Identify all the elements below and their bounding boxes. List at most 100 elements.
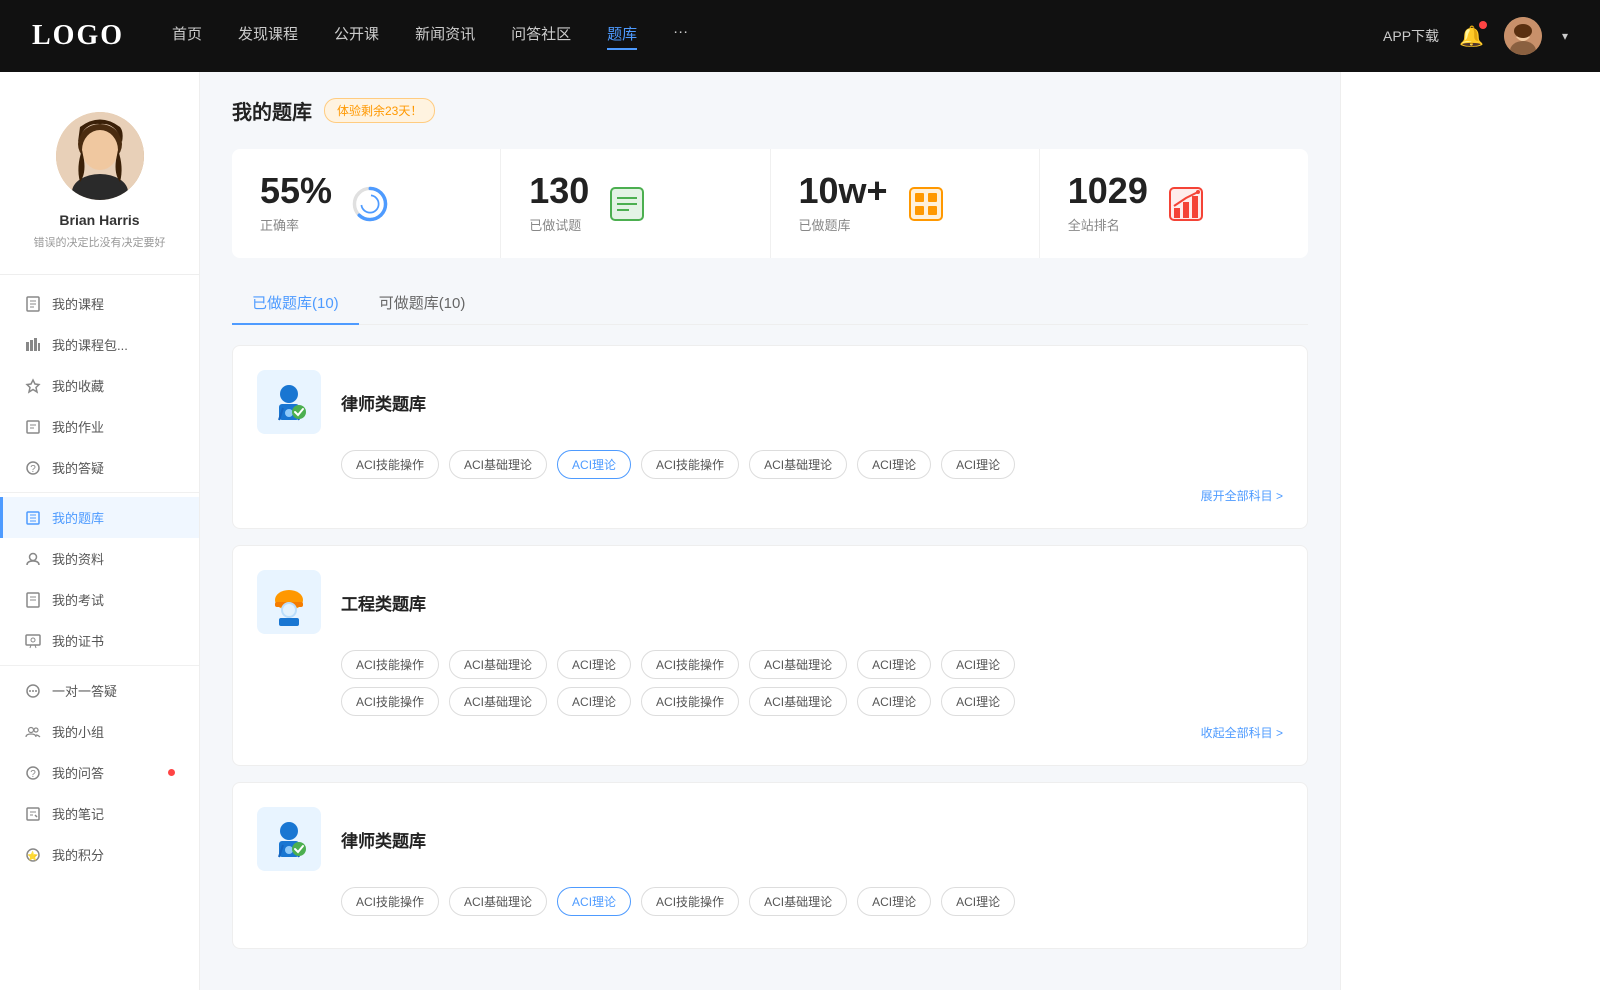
course-icon	[24, 295, 42, 313]
eng-tag2-1[interactable]: ACI基础理论	[449, 687, 547, 716]
qbank-card-lawyer1: 律师类题库 ACI技能操作 ACI基础理论 ACI理论 ACI技能操作 ACI基…	[232, 345, 1308, 529]
tag-1[interactable]: ACI基础理论	[449, 450, 547, 479]
l2-tag-6[interactable]: ACI理论	[941, 887, 1015, 916]
accuracy-number: 55%	[260, 173, 332, 209]
tag-2-active[interactable]: ACI理论	[557, 450, 631, 479]
stat-questions: 130 已做试题	[501, 149, 770, 258]
profile-icon	[24, 550, 42, 568]
sidebar-item-favorites[interactable]: 我的收藏	[0, 365, 199, 406]
eng-tag2-3[interactable]: ACI技能操作	[641, 687, 739, 716]
sidebar-item-tutoring[interactable]: 一对一答疑	[0, 670, 199, 711]
ranking-icon	[1164, 182, 1208, 226]
eng-tag-6[interactable]: ACI理论	[941, 650, 1015, 679]
sidebar-item-myqa[interactable]: ? 我的答疑	[0, 447, 199, 488]
sidebar-item-homework[interactable]: 我的作业	[0, 406, 199, 447]
sidebar-item-exam[interactable]: 我的考试	[0, 579, 199, 620]
tutoring-icon	[24, 682, 42, 700]
group-label: 我的小组	[52, 722, 175, 741]
favorites-icon	[24, 377, 42, 395]
notification-bell[interactable]: 🔔	[1459, 24, 1484, 49]
l2-tag-4[interactable]: ACI基础理论	[749, 887, 847, 916]
sidebar-item-notes[interactable]: 我的笔记	[0, 793, 199, 834]
sidebar-item-group[interactable]: 我的小组	[0, 711, 199, 752]
tab-done[interactable]: 已做题库(10)	[232, 282, 359, 325]
tags-row-engineer1-row1: ACI技能操作 ACI基础理论 ACI理论 ACI技能操作 ACI基础理论 AC…	[341, 650, 1283, 679]
l2-tag-1[interactable]: ACI基础理论	[449, 887, 547, 916]
sidebar-item-cert[interactable]: 我的证书	[0, 620, 199, 661]
l2-tag-2-active[interactable]: ACI理论	[557, 887, 631, 916]
l2-tag-5[interactable]: ACI理论	[857, 887, 931, 916]
expand-link-lawyer1[interactable]: 展开全部科目 >	[257, 487, 1283, 504]
nav-qbank[interactable]: 题库	[607, 23, 637, 50]
l2-tag-3[interactable]: ACI技能操作	[641, 887, 739, 916]
cert-icon	[24, 632, 42, 650]
eng-tag-5[interactable]: ACI理论	[857, 650, 931, 679]
favorites-label: 我的收藏	[52, 376, 175, 395]
course-pack-icon	[24, 336, 42, 354]
user-motto: 错误的决定比没有决定要好	[34, 234, 166, 250]
exam-icon	[24, 591, 42, 609]
qbank-header-lawyer1: 律师类题库	[257, 370, 1283, 434]
qbank-engineer-icon-wrap	[257, 570, 321, 634]
sidebar-item-course-pack[interactable]: 我的课程包...	[0, 324, 199, 365]
qbank-lawyer2-icon-wrap	[257, 807, 321, 871]
eng-tag-0[interactable]: ACI技能操作	[341, 650, 439, 679]
eng-tag-3[interactable]: ACI技能操作	[641, 650, 739, 679]
nav-more[interactable]: ···	[673, 23, 688, 50]
notes-icon	[24, 805, 42, 823]
stats-row: 55% 正确率 130 已做试题	[232, 149, 1308, 258]
collapse-link-engineer1[interactable]: 收起全部科目 >	[257, 724, 1283, 741]
svg-text:?: ?	[30, 769, 36, 780]
sidebar-menu: 我的课程 我的课程包... 我的收藏 我的作业	[0, 283, 199, 875]
svg-text:⭐: ⭐	[27, 850, 38, 861]
nav-open-course[interactable]: 公开课	[334, 23, 379, 50]
qbank-icon	[24, 509, 42, 527]
tag-5[interactable]: ACI理论	[857, 450, 931, 479]
eng-tag2-4[interactable]: ACI基础理论	[749, 687, 847, 716]
eng-tag2-6[interactable]: ACI理论	[941, 687, 1015, 716]
eng-tag-1[interactable]: ACI基础理论	[449, 650, 547, 679]
banks-number: 10w+	[799, 173, 888, 209]
user-name: Brian Harris	[59, 212, 139, 228]
nav-links: 首页 发现课程 公开课 新闻资讯 问答社区 题库 ···	[172, 23, 1383, 50]
tag-6[interactable]: ACI理论	[941, 450, 1015, 479]
notes-label: 我的笔记	[52, 804, 175, 823]
tag-4[interactable]: ACI基础理论	[749, 450, 847, 479]
sidebar: Brian Harris 错误的决定比没有决定要好 我的课程 我的课程包...	[0, 72, 200, 990]
qbank-label: 我的题库	[52, 508, 175, 527]
qa-mine-icon: ?	[24, 764, 42, 782]
l2-tag-0[interactable]: ACI技能操作	[341, 887, 439, 916]
eng-tag2-5[interactable]: ACI理论	[857, 687, 931, 716]
qbank-title-engineer1: 工程类题库	[341, 590, 426, 615]
eng-tag-4[interactable]: ACI基础理论	[749, 650, 847, 679]
eng-tag-2[interactable]: ACI理论	[557, 650, 631, 679]
trial-badge: 体验剩余23天！	[324, 98, 435, 123]
user-avatar[interactable]	[1504, 17, 1542, 55]
tags-row-lawyer2: ACI技能操作 ACI基础理论 ACI理论 ACI技能操作 ACI基础理论 AC…	[341, 887, 1283, 916]
sidebar-item-points[interactable]: ⭐ 我的积分	[0, 834, 199, 875]
homework-label: 我的作业	[52, 417, 175, 436]
nav-discover[interactable]: 发现课程	[238, 23, 298, 50]
banks-icon	[904, 182, 948, 226]
app-download-button[interactable]: APP下载	[1383, 26, 1439, 46]
eng-tag2-2[interactable]: ACI理论	[557, 687, 631, 716]
sidebar-item-profile[interactable]: 我的资料	[0, 538, 199, 579]
myqa-label: 我的答疑	[52, 458, 175, 477]
eng-tag2-0[interactable]: ACI技能操作	[341, 687, 439, 716]
points-label: 我的积分	[52, 845, 175, 864]
sidebar-item-qa-mine[interactable]: ? 我的问答	[0, 752, 199, 793]
sidebar-item-qbank[interactable]: 我的题库	[0, 497, 199, 538]
nav-right: APP下载 🔔 ▾	[1383, 17, 1568, 55]
sidebar-avatar[interactable]	[56, 112, 144, 200]
group-icon	[24, 723, 42, 741]
user-menu-chevron[interactable]: ▾	[1562, 29, 1568, 43]
course-label: 我的课程	[52, 294, 175, 313]
tag-3[interactable]: ACI技能操作	[641, 450, 739, 479]
page-layout: Brian Harris 错误的决定比没有决定要好 我的课程 我的课程包...	[0, 72, 1600, 990]
nav-qa[interactable]: 问答社区	[511, 23, 571, 50]
nav-home[interactable]: 首页	[172, 23, 202, 50]
tag-0[interactable]: ACI技能操作	[341, 450, 439, 479]
nav-news[interactable]: 新闻资讯	[415, 23, 475, 50]
tab-available[interactable]: 可做题库(10)	[359, 282, 486, 325]
sidebar-item-course[interactable]: 我的课程	[0, 283, 199, 324]
